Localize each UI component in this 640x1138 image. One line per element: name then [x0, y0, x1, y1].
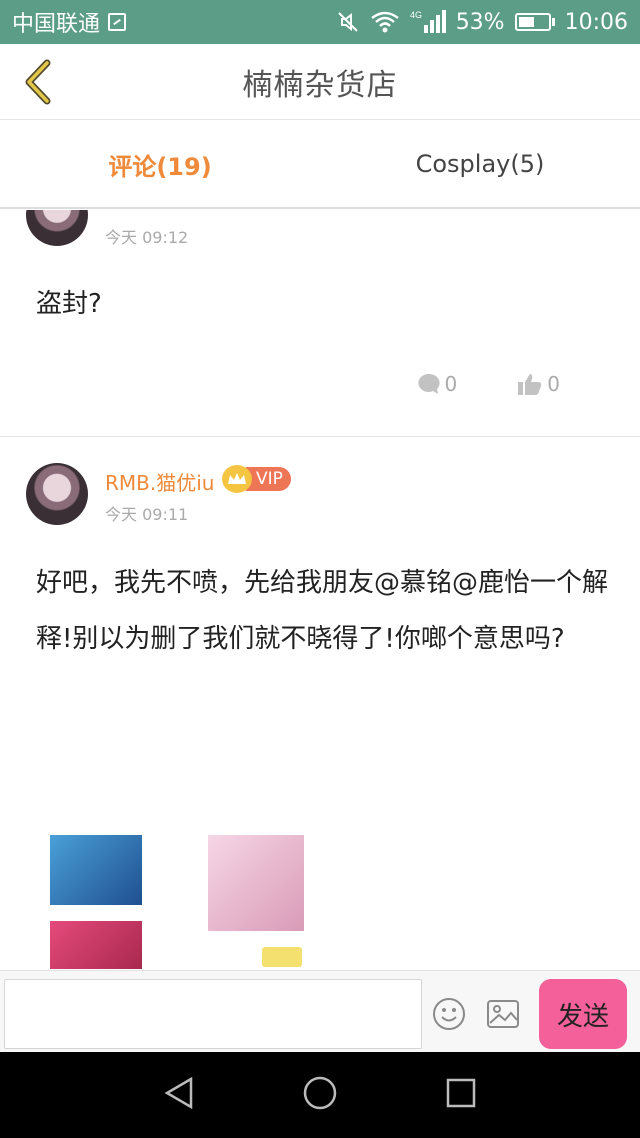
comment-time: 今天 09:11: [105, 505, 189, 524]
comment-actions: 0 0: [417, 372, 560, 396]
comment-text: 好吧，我先不喷，先给我朋友@慕铭@鹿怡一个解释!别以为删了我们就不晓得了!你啷个…: [36, 568, 609, 654]
vip-badge: VIP: [222, 465, 291, 493]
comment-bubble-icon: [417, 373, 440, 394]
nav-recents-button[interactable]: [445, 1077, 477, 1113]
comment-time: 今天 09:12: [105, 228, 189, 247]
image-icon: [487, 1000, 519, 1028]
attached-image[interactable]: [208, 835, 304, 931]
triangle-back-icon: [164, 1076, 193, 1110]
tab-bar: 评论(19) Cosplay(5): [0, 121, 640, 209]
chevron-left-icon: [25, 59, 51, 105]
clock: 10:06: [564, 9, 628, 35]
comment-text: 盗封?: [36, 289, 102, 319]
crown-icon: [222, 465, 252, 493]
wifi-icon: [370, 10, 400, 34]
status-right: 4G 53% 10:06: [336, 9, 628, 35]
square-recents-icon: [446, 1078, 475, 1108]
carrier-group: 中国联通: [12, 6, 127, 38]
signal-icon: 4G: [410, 9, 446, 35]
attached-image[interactable]: [50, 835, 142, 905]
tab-cosplay[interactable]: Cosplay(5): [320, 121, 640, 207]
like-button[interactable]: 0: [517, 372, 560, 396]
page-title: 楠楠杂货店: [242, 67, 398, 103]
circle-home-icon: [303, 1076, 337, 1110]
comment-input[interactable]: [4, 979, 422, 1049]
nav-home-button[interactable]: [302, 1075, 338, 1115]
battery-percent: 53%: [455, 9, 505, 35]
comment-item: 今天 09:12 盗封? 0 0: [0, 210, 640, 436]
status-bar: 中国联通 4G 53% 10:06: [0, 0, 640, 44]
nav-back-button[interactable]: [163, 1076, 195, 1114]
back-button[interactable]: [16, 59, 60, 105]
emoji-button[interactable]: [432, 997, 466, 1031]
comment-list[interactable]: 今天 09:12 盗封? 0 0 RMB.猫优iu VIP 今天 09:11 好…: [0, 210, 640, 970]
smiley-icon: [433, 998, 465, 1030]
comment-item: RMB.猫优iu VIP 今天 09:11 好吧，我先不喷，先给我朋友@慕铭@鹿…: [0, 437, 640, 970]
image-button[interactable]: [486, 999, 520, 1029]
battery-fill: [518, 17, 534, 27]
attached-image-sticker: [262, 947, 302, 967]
send-button[interactable]: 发送: [539, 979, 627, 1049]
mute-icon: [336, 10, 360, 34]
attached-image[interactable]: [50, 921, 142, 969]
network-type: 4G: [410, 10, 422, 20]
carrier-name: 中国联通: [12, 12, 101, 37]
sim-icon: [108, 13, 127, 31]
system-nav-bar: [0, 1052, 640, 1138]
like-count: 0: [547, 372, 560, 396]
reply-button[interactable]: 0: [417, 372, 458, 396]
avatar[interactable]: [26, 210, 88, 246]
vip-label: VIP: [246, 467, 291, 491]
app-header: 楠楠杂货店: [0, 44, 640, 120]
thumbs-up-icon: [518, 374, 542, 395]
comment-input-bar: 发送: [0, 970, 640, 1052]
reply-count: 0: [444, 372, 458, 396]
tab-comments[interactable]: 评论(19): [0, 121, 320, 207]
battery-icon: [514, 13, 555, 31]
avatar[interactable]: [26, 463, 88, 525]
comment-username[interactable]: RMB.猫优iu: [105, 467, 214, 496]
